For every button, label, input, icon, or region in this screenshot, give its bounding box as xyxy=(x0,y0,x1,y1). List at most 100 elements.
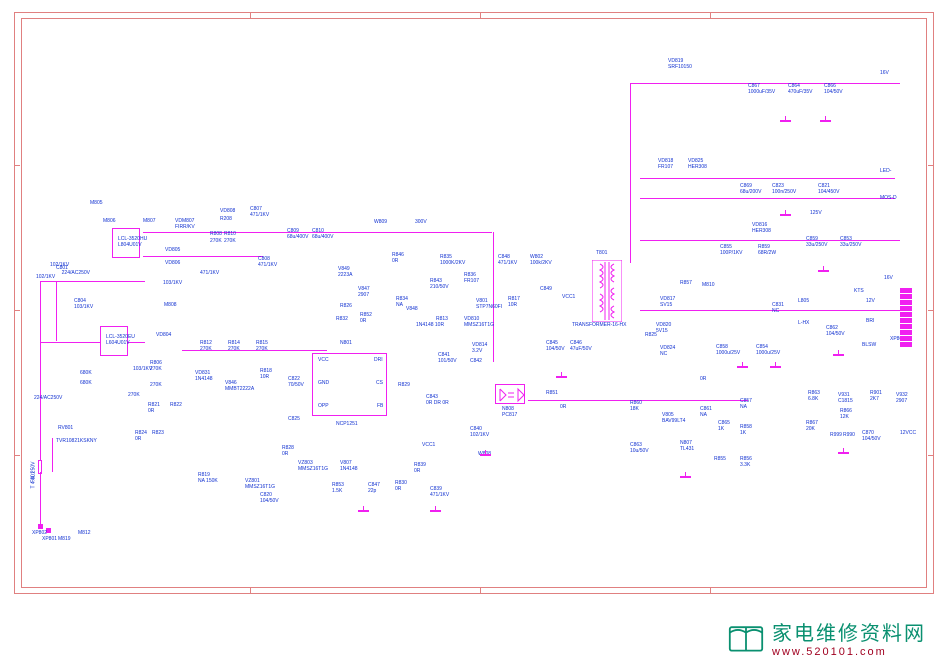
val-r839: 0R xyxy=(414,468,420,474)
val-c808: 471/1KV xyxy=(258,262,277,268)
val-r814: 270K xyxy=(228,346,240,352)
val-c843: 0R DR 0R xyxy=(426,400,449,406)
wire xyxy=(52,438,53,472)
val-r801: 102/1KV xyxy=(36,274,55,280)
ref-c812: 471/1KV xyxy=(200,270,219,276)
val-vd831: 1N4148 xyxy=(195,376,213,382)
tick xyxy=(710,12,711,18)
wire xyxy=(640,240,900,241)
val-c820: 104/50V xyxy=(260,498,279,504)
val-n807: TL431 xyxy=(680,446,694,452)
tick xyxy=(928,455,934,456)
val-v807: 1N4148 xyxy=(340,466,358,472)
ref-v848: V848 xyxy=(406,306,418,312)
val-r824: 0R xyxy=(135,436,141,442)
val-r840: 1N4148 10R xyxy=(416,322,444,328)
ref-vd804: VD804 xyxy=(156,332,171,338)
val-v932: 2907 xyxy=(896,398,907,404)
ref-r807: 270K xyxy=(150,382,162,388)
wire xyxy=(528,400,628,401)
wire xyxy=(630,83,631,263)
tick xyxy=(14,165,20,166)
val-l805: L604U01V xyxy=(106,340,130,346)
val-c840: 102/1KV xyxy=(470,432,489,438)
gnd-icon xyxy=(480,450,492,458)
val-l805s: L-HX xyxy=(798,320,809,326)
wire xyxy=(630,83,900,84)
val-c859: 33u/250V xyxy=(806,242,827,248)
val-vd824: NC xyxy=(660,351,667,357)
ref-l805s: L805 xyxy=(798,298,809,304)
val-w802: 100k/2KV xyxy=(530,260,552,266)
pin-dri: DRI xyxy=(374,357,383,363)
val-v801: STP7N60FI xyxy=(476,304,502,310)
gnd-icon xyxy=(838,448,850,456)
val-r835: 1000K/2KV xyxy=(440,260,465,266)
val-r834: NA xyxy=(396,302,403,308)
tick xyxy=(928,310,934,311)
tick xyxy=(14,455,20,456)
gnd-icon xyxy=(737,362,749,370)
pin-fb: FB xyxy=(377,403,383,409)
val-r853: 1.5K xyxy=(332,488,342,494)
wire xyxy=(640,198,895,199)
ref-m812: M812 xyxy=(78,530,91,536)
pin-opp: OPP xyxy=(318,403,329,409)
tick xyxy=(250,588,251,594)
wire xyxy=(40,472,41,524)
val-r818: 10R xyxy=(260,374,269,380)
val-vd808: R208 xyxy=(220,216,232,222)
ref-m819: M819 xyxy=(58,536,71,542)
gnd-icon xyxy=(770,362,782,370)
ref-vd805: VD805 xyxy=(165,247,180,253)
val-vd817: SV15 xyxy=(660,302,672,308)
tick xyxy=(710,588,711,594)
val-r817: 10R xyxy=(508,302,517,308)
gnd-icon xyxy=(833,350,845,358)
val-r815: 270K xyxy=(256,346,268,352)
gnd-icon xyxy=(358,506,370,514)
val-c855: 100P/1KV xyxy=(720,250,743,256)
gnd-icon xyxy=(780,210,792,218)
ref-c842: C842 xyxy=(470,358,482,364)
val-0r-2: 0R xyxy=(560,404,566,410)
connector-xp802 xyxy=(38,524,43,529)
wire xyxy=(340,232,430,233)
val-c864: 470uF/35V xyxy=(788,89,812,95)
val-r828: 0R xyxy=(395,486,401,492)
val-c861: NA xyxy=(700,412,707,418)
val-c822: 70/50V xyxy=(288,382,304,388)
ref-vd808: VD808 xyxy=(220,208,235,214)
val-v931: C1815 xyxy=(838,398,853,404)
val-vz803: MMSZ16T1G xyxy=(298,466,328,472)
val-vd818: FR107 xyxy=(658,164,673,170)
tick xyxy=(14,310,20,311)
val-r812: 270K xyxy=(200,346,212,352)
ref-c825: C825 xyxy=(288,416,300,422)
val-c858: 1000u/25V xyxy=(716,350,740,356)
val-c841: 101/50V xyxy=(438,358,457,364)
ref-r825: R825 xyxy=(645,332,657,338)
rail-mosd: MOS-D xyxy=(880,195,897,201)
ref-r803: 680K xyxy=(80,370,92,376)
gnd-icon xyxy=(680,472,692,480)
lbl-bri: BRI xyxy=(866,318,874,324)
ref-r823: R823 xyxy=(152,430,164,436)
val-r810: 270K xyxy=(224,238,236,244)
val-vd814: 3.2V xyxy=(472,348,482,354)
val-c867: 1000uF/35V xyxy=(748,89,775,95)
pin-cs: CS xyxy=(376,380,383,386)
watermark-title: 家电维修资料网 xyxy=(772,617,926,646)
ref-vd806: VD806 xyxy=(165,260,180,266)
ref-m806: M806 xyxy=(103,218,116,224)
rail-16v: 16V xyxy=(880,70,889,76)
wire xyxy=(143,232,263,233)
ref-r805: 270K xyxy=(128,392,140,398)
wire xyxy=(628,400,748,401)
val-c847: 22p xyxy=(368,488,376,494)
wire xyxy=(640,178,895,179)
val-vd819: SRF10150 xyxy=(668,64,692,70)
val-v847: 2907 xyxy=(358,292,369,298)
lbl-blsw: BLSW xyxy=(862,342,876,348)
wire xyxy=(640,310,900,311)
